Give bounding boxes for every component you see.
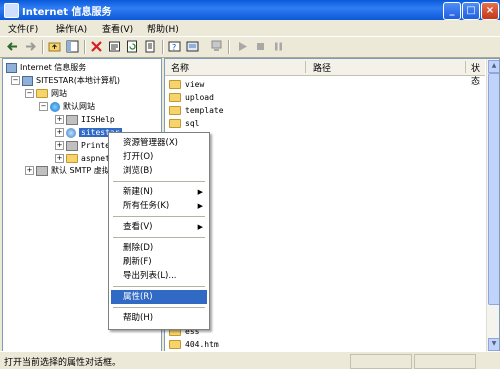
folder-icon bbox=[169, 80, 181, 89]
svg-text:?: ? bbox=[172, 43, 176, 52]
computer-icon[interactable] bbox=[210, 40, 223, 53]
expand-icon[interactable]: + bbox=[55, 141, 64, 150]
folder-icon bbox=[169, 340, 181, 349]
back-icon[interactable] bbox=[6, 40, 19, 53]
scroll-thumb[interactable] bbox=[488, 73, 499, 305]
context-menu-item[interactable]: 删除(D) bbox=[111, 241, 207, 255]
tree-root[interactable]: Internet 信息服务 bbox=[6, 62, 86, 74]
iis-app-icon bbox=[4, 3, 19, 18]
context-menu-item[interactable]: 所有任务(K) ▶ bbox=[111, 199, 207, 213]
list-scrollbar[interactable]: ▲ ▼ bbox=[486, 59, 499, 351]
minimize-button[interactable]: _ bbox=[443, 2, 461, 20]
folder-icon bbox=[169, 93, 181, 102]
submenu-arrow-icon: ▶ bbox=[197, 223, 203, 231]
context-menu: 资源管理器(X) 打开(O) 浏览(B) 新建(N) ▶ 所有任务(K) ▶ 查看(V) ▶ 删除… bbox=[108, 132, 210, 330]
list-item[interactable]: view bbox=[169, 78, 204, 91]
menu-separator bbox=[113, 237, 205, 238]
start-icon[interactable] bbox=[236, 40, 249, 53]
menu-bar: 文件(F) 操作(A) 查看(V) 帮助(H) bbox=[0, 20, 500, 36]
list-item[interactable]: template bbox=[169, 104, 224, 117]
stop-icon[interactable] bbox=[254, 40, 267, 53]
pause-icon[interactable] bbox=[272, 40, 285, 53]
menu-action[interactable]: 操作(A) bbox=[56, 22, 87, 35]
status-bar: 打开当前选择的属性对话框。 bbox=[0, 351, 500, 369]
context-menu-item[interactable]: 浏览(B) bbox=[111, 164, 207, 178]
column-path[interactable]: 路径 bbox=[313, 61, 331, 74]
properties-icon[interactable] bbox=[108, 40, 121, 53]
iis-window: Internet 信息服务 _ □ × 文件(F) 操作(A) 查看(V) 帮助… bbox=[0, 0, 500, 369]
submenu-arrow-icon: ▶ bbox=[197, 202, 203, 210]
help-icon[interactable]: ? bbox=[168, 40, 181, 53]
submenu-arrow-icon: ▶ bbox=[197, 188, 203, 196]
column-name[interactable]: 名称 bbox=[171, 61, 189, 74]
iis-root-icon bbox=[6, 62, 17, 73]
window-title: Internet 信息服务 bbox=[22, 7, 112, 18]
smtp-icon bbox=[36, 165, 48, 176]
refresh-icon[interactable] bbox=[126, 40, 139, 53]
content-list[interactable]: 名称 路径 状态 viewuploadtemplatesqlspayationp… bbox=[164, 58, 500, 352]
context-menu-item[interactable]: 打开(O) bbox=[111, 150, 207, 164]
context-menu-item[interactable]: 资源管理器(X) bbox=[111, 136, 207, 150]
status-pane bbox=[414, 354, 476, 369]
context-menu-item[interactable]: 帮助(H) bbox=[111, 311, 207, 325]
show-tree-icon[interactable] bbox=[66, 40, 79, 53]
website-icon bbox=[50, 101, 60, 112]
menu-help[interactable]: 帮助(H) bbox=[147, 22, 179, 35]
maximize-button[interactable]: □ bbox=[462, 2, 480, 20]
expand-icon[interactable]: + bbox=[55, 128, 64, 137]
list-item[interactable]: upload bbox=[169, 91, 214, 104]
context-menu-item[interactable]: 属性(R) bbox=[111, 290, 207, 304]
folder-icon bbox=[169, 119, 181, 128]
close-button[interactable]: × bbox=[481, 2, 499, 20]
menu-separator bbox=[113, 181, 205, 182]
delete-icon[interactable] bbox=[90, 40, 103, 53]
computer-node-icon bbox=[22, 75, 33, 86]
virtual-dir-icon bbox=[66, 114, 78, 125]
list-item[interactable]: 404.htm bbox=[169, 338, 219, 351]
menu-separator bbox=[113, 286, 205, 287]
export-icon[interactable] bbox=[144, 40, 157, 53]
tree-websites[interactable]: − 网站 bbox=[25, 88, 67, 100]
collapse-icon[interactable]: − bbox=[25, 89, 34, 98]
context-menu-item[interactable]: 刷新(F) bbox=[111, 255, 207, 269]
tree-default-site[interactable]: − 默认网站 bbox=[39, 101, 95, 113]
menu-separator bbox=[113, 216, 205, 217]
folder-icon bbox=[66, 154, 78, 163]
title-bar[interactable]: Internet 信息服务 _ □ × bbox=[0, 0, 500, 20]
tree-computer[interactable]: − SITESTAR(本地计算机) bbox=[11, 75, 120, 87]
virtual-dir-icon bbox=[66, 127, 76, 138]
status-text: 打开当前选择的属性对话框。 bbox=[4, 358, 122, 368]
up-folder-icon[interactable] bbox=[48, 40, 61, 53]
menu-file[interactable]: 文件(F) bbox=[8, 22, 38, 35]
menu-view[interactable]: 查看(V) bbox=[102, 22, 133, 35]
scroll-down-icon[interactable]: ▼ bbox=[488, 338, 499, 351]
menu-separator bbox=[113, 307, 205, 308]
context-menu-item[interactable]: 查看(V) ▶ bbox=[111, 220, 207, 234]
virtual-dir-icon bbox=[66, 140, 78, 151]
status-pane bbox=[350, 354, 412, 369]
column-status[interactable]: 状态 bbox=[471, 61, 485, 87]
tree-iishelp[interactable]: + IISHelp bbox=[55, 114, 115, 126]
scroll-up-icon[interactable]: ▲ bbox=[488, 60, 499, 73]
folder-icon bbox=[169, 106, 181, 115]
folder-icon bbox=[36, 89, 48, 98]
expand-icon[interactable]: + bbox=[55, 115, 64, 124]
toolbar: ? bbox=[0, 36, 500, 58]
collapse-icon[interactable]: − bbox=[11, 76, 20, 85]
context-menu-item[interactable]: 新建(N) ▶ bbox=[111, 185, 207, 199]
context-menu-item[interactable]: 导出列表(L)... bbox=[111, 269, 207, 283]
list-item[interactable]: sql bbox=[169, 117, 199, 130]
expand-icon[interactable]: + bbox=[55, 154, 64, 163]
list-header: 名称 路径 状态 bbox=[165, 59, 485, 87]
collapse-icon[interactable]: − bbox=[39, 102, 48, 111]
console-icon[interactable] bbox=[186, 40, 199, 53]
expand-icon[interactable]: + bbox=[25, 166, 34, 175]
forward-icon[interactable] bbox=[24, 40, 37, 53]
